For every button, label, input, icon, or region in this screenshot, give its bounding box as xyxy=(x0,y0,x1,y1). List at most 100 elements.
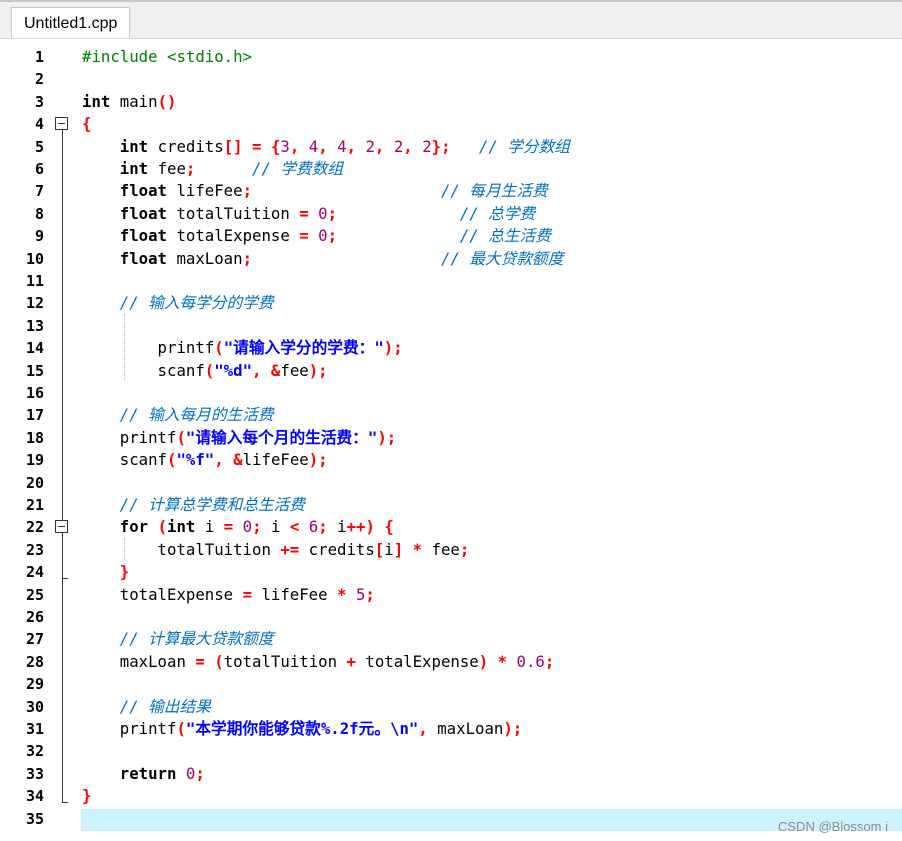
code-token: maxLoan xyxy=(167,248,243,268)
code-token: = xyxy=(299,203,309,223)
code-token: [] xyxy=(223,136,243,156)
code-string: "%f" xyxy=(176,450,215,470)
line-number: 13 xyxy=(25,316,44,335)
code-line: printf("请输入学分的学费："); xyxy=(82,337,902,359)
code-token: 0 xyxy=(185,763,196,783)
code-token: { xyxy=(270,136,281,156)
code-line: float lifeFee; // 每月生活费 xyxy=(82,180,902,202)
code-token: ( xyxy=(204,360,215,380)
fold-toggle-icon[interactable] xyxy=(55,520,68,533)
code-line: { xyxy=(82,113,902,135)
code-token: 4 xyxy=(308,136,319,156)
line-number: 2 xyxy=(34,70,44,89)
code-string: "请输入每个月的生活费：" xyxy=(185,427,378,447)
code-token: , xyxy=(418,719,428,738)
code-token: ; xyxy=(327,203,338,223)
code-editor[interactable]: 1 2 3 4 5 6 7 8 9 10 11 12 13 14 15 16 1… xyxy=(0,38,902,841)
code-token: , xyxy=(214,450,224,470)
file-tab[interactable]: Untitled1.cpp xyxy=(11,7,131,40)
code-token: 0 xyxy=(242,517,253,537)
tab-bar: Untitled1.cpp xyxy=(0,0,902,40)
code-token: totalTuition xyxy=(167,203,300,223)
line-number: 29 xyxy=(25,675,44,694)
code-token: credits xyxy=(148,136,224,156)
code-comment: // 输入每月的生活费 xyxy=(119,405,274,425)
fold-end-icon xyxy=(62,802,68,803)
code-token: ( xyxy=(214,651,224,671)
fold-toggle-icon[interactable] xyxy=(55,117,68,130)
code-token: credits xyxy=(299,539,375,559)
code-token: 2 xyxy=(422,136,432,156)
code-line: // 输入每月的生活费 xyxy=(82,404,902,426)
line-number: 4 xyxy=(34,115,44,134)
code-line: // 计算最大贷款额度 xyxy=(82,628,902,650)
code-comment: // 总学费 xyxy=(459,203,536,223)
code-token: 2 xyxy=(365,136,375,156)
line-number: 24 xyxy=(25,563,44,582)
code-token: ; xyxy=(365,584,375,604)
code-token: return xyxy=(119,763,177,783)
code-comment: // 学费数组 xyxy=(252,159,344,178)
code-token: * xyxy=(412,539,423,559)
code-token: ( xyxy=(157,517,168,537)
code-token: float xyxy=(119,181,168,201)
code-token: () xyxy=(157,91,177,111)
code-token: #include <stdio.h> xyxy=(82,47,253,66)
code-token: float xyxy=(119,203,168,223)
code-token: = xyxy=(195,651,205,671)
code-line: int credits[] = {3, 4, 4, 2, 2, 2}; // 学… xyxy=(82,136,902,158)
line-number: 23 xyxy=(25,540,44,559)
code-token: fee xyxy=(148,159,186,178)
code-line: // 计算总学费和总生活费 xyxy=(82,494,902,516)
code-token: scanf xyxy=(82,360,205,380)
code-token: 5 xyxy=(355,584,366,604)
code-token: * xyxy=(497,651,508,671)
code-comment: // 学分数组 xyxy=(478,136,570,156)
code-token: fee xyxy=(280,360,309,380)
code-token: printf xyxy=(82,719,177,738)
code-line: return 0; xyxy=(82,763,902,785)
line-number: 16 xyxy=(25,384,44,402)
line-number: 18 xyxy=(25,428,44,447)
line-number: 14 xyxy=(25,339,44,358)
code-line: scanf("%f", &lifeFee); xyxy=(82,449,902,471)
code-comment: // 输出结果 xyxy=(119,696,211,716)
line-number: 17 xyxy=(25,406,44,425)
code-token: int xyxy=(119,136,149,156)
code-token: ; xyxy=(242,181,253,201)
code-token: i xyxy=(261,517,290,537)
code-token: scanf xyxy=(82,450,168,470)
code-comment: // 每月生活费 xyxy=(440,181,548,201)
code-line: for (int i = 0; i < 6; i++) { xyxy=(82,516,902,538)
code-token: lifeFee xyxy=(252,584,338,604)
code-token: maxLoan xyxy=(82,651,196,671)
line-number: 5 xyxy=(34,137,44,156)
code-string: "%d" xyxy=(214,360,253,380)
code-token: ); xyxy=(503,719,523,738)
code-token: ; xyxy=(185,159,196,178)
code-token: i xyxy=(195,517,224,537)
code-line: float totalExpense = 0; // 总生活费 xyxy=(82,225,902,247)
code-token: ++ xyxy=(346,517,366,537)
